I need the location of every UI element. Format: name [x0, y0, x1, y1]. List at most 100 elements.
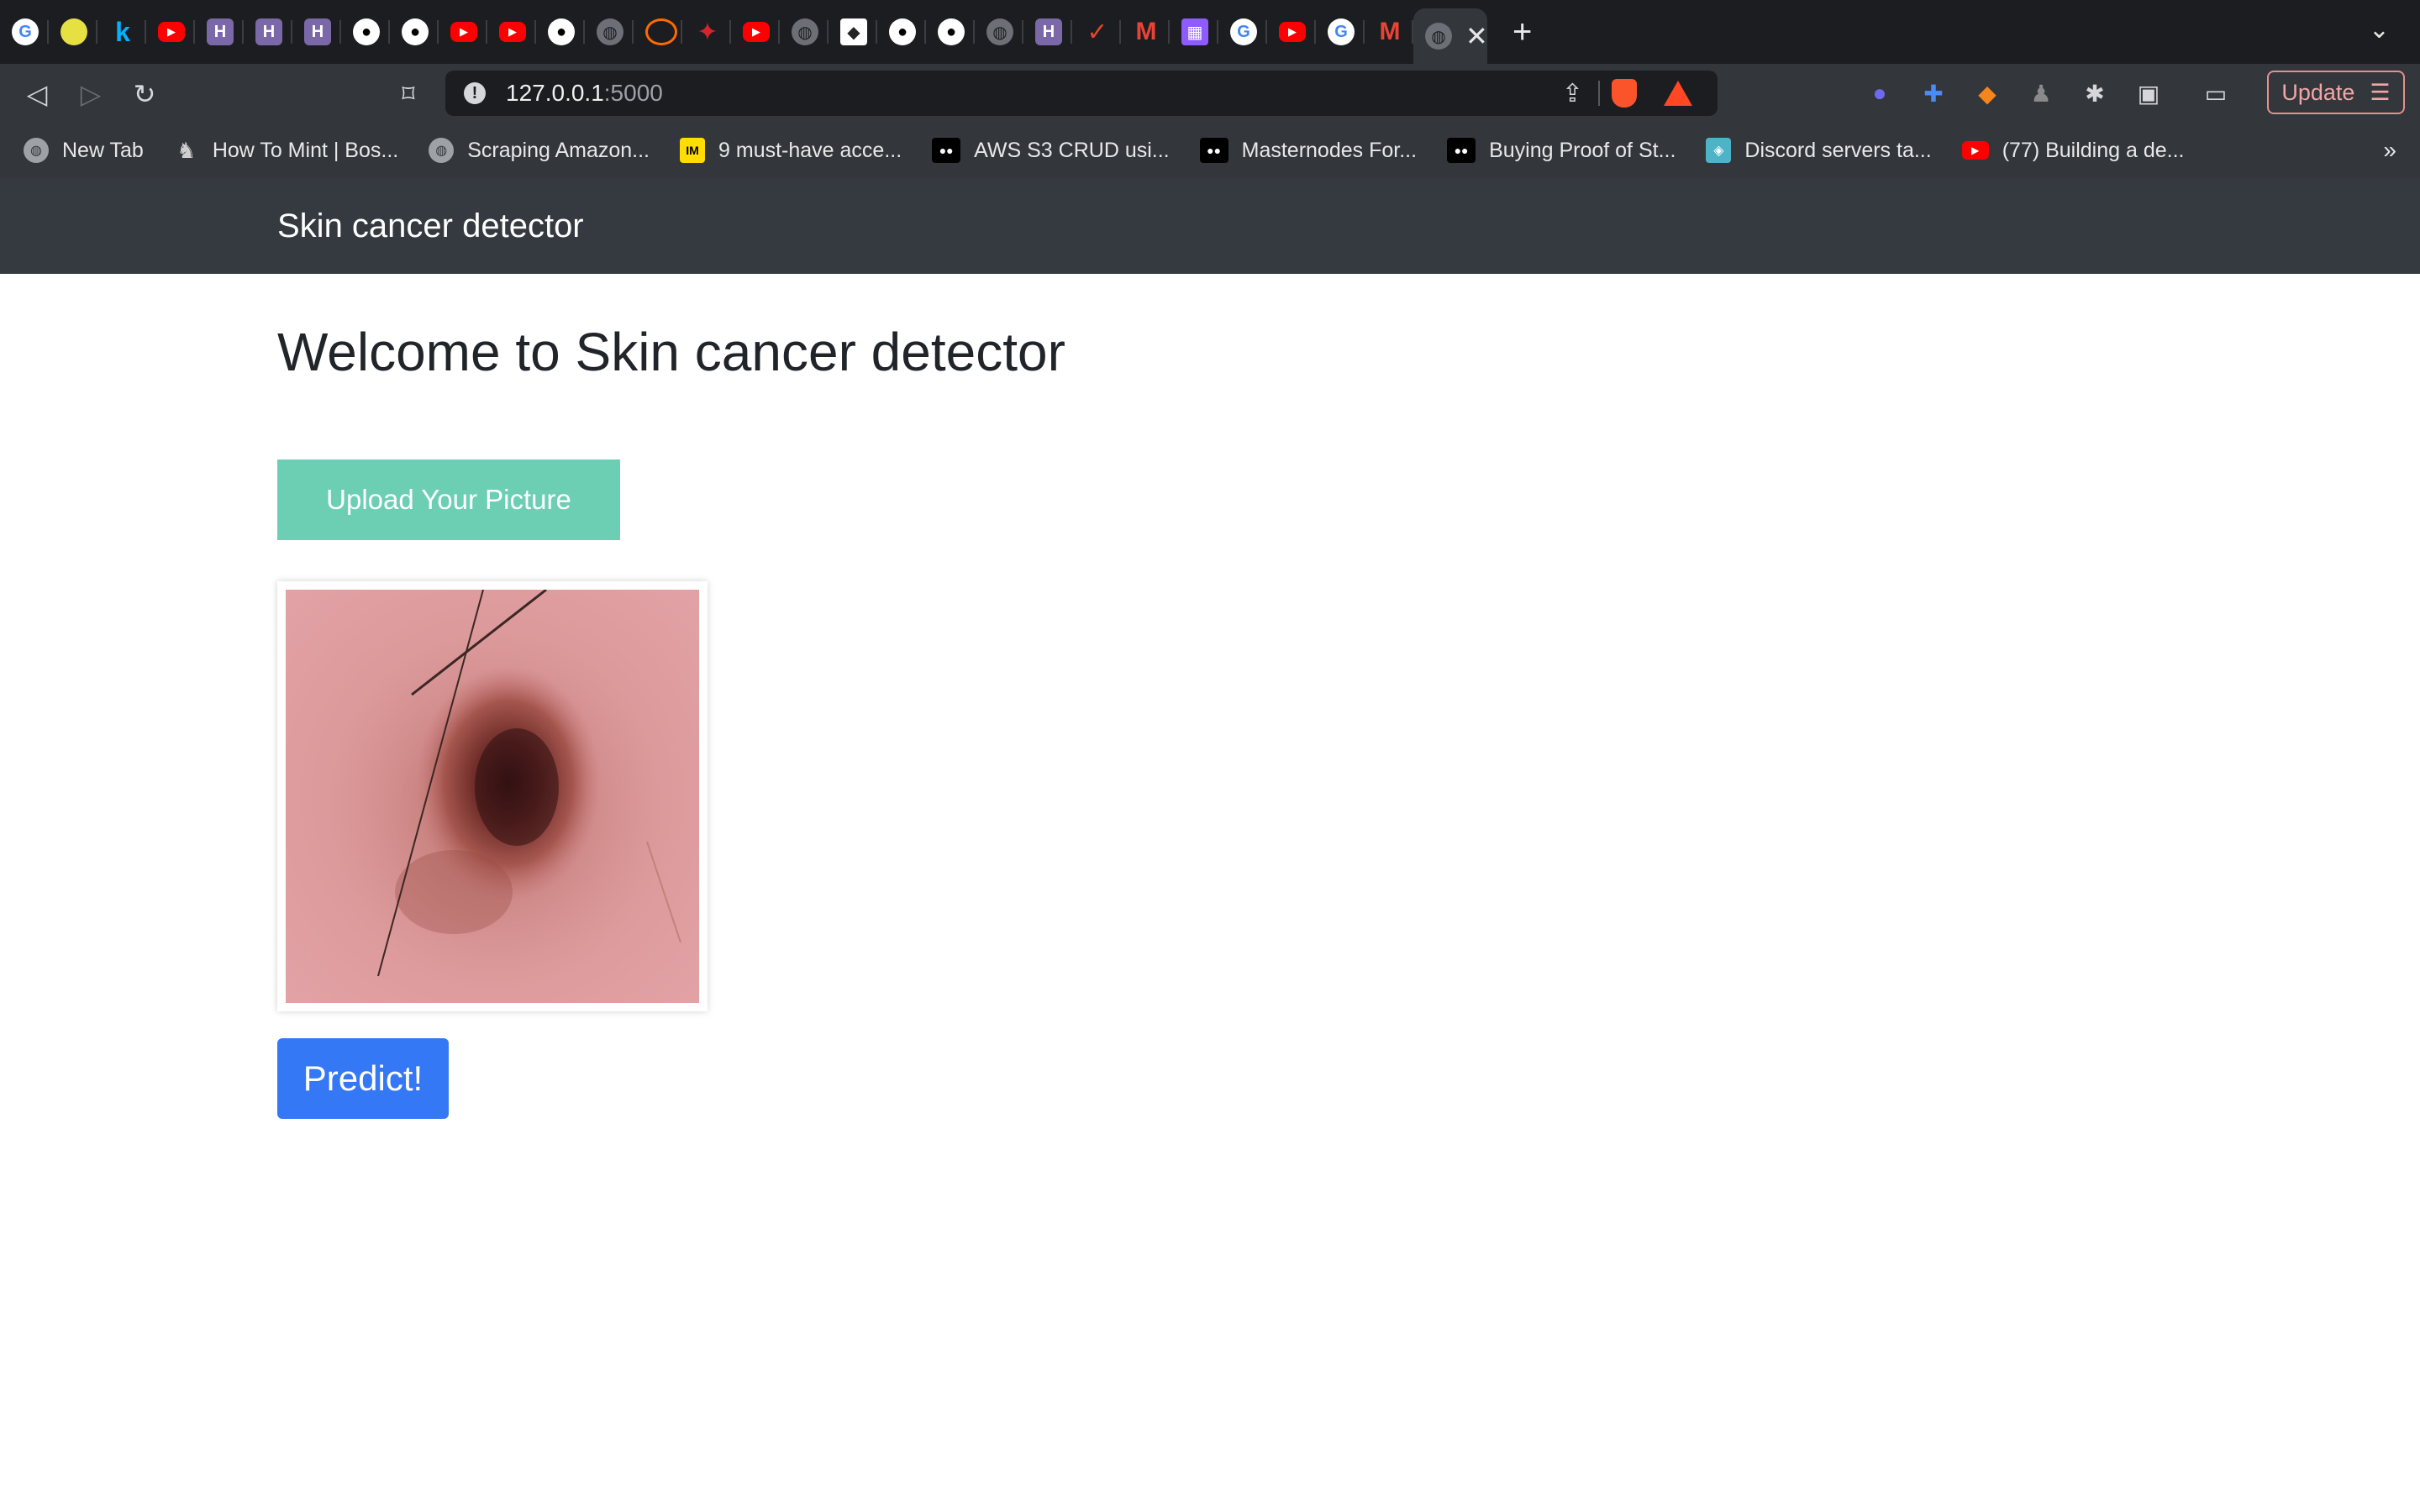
upload-picture-button[interactable]: Upload Your Picture: [277, 459, 620, 540]
tab[interactable]: ●sa: [877, 0, 926, 64]
bookmark-item[interactable]: ◈ Discord servers ta...: [1706, 138, 1932, 163]
tab[interactable]: MRe: [1365, 0, 1413, 64]
orange-ring-icon: [645, 18, 677, 45]
tab[interactable]: ▶(1: [731, 0, 780, 64]
tab[interactable]: W: [49, 0, 97, 64]
extension-figure-icon[interactable]: ♟: [2025, 77, 2057, 109]
wallet-icon[interactable]: ▭: [2200, 77, 2232, 109]
discord-icon: ◈: [1706, 138, 1732, 163]
tab[interactable]: HM: [244, 0, 292, 64]
bookmark-item[interactable]: IM 9 must-have acce...: [680, 138, 902, 163]
tab[interactable]: MIn: [1121, 0, 1170, 64]
tab[interactable]: HPe: [195, 0, 244, 64]
bookmarks-overflow[interactable]: »: [2383, 137, 2396, 164]
brave-rewards-icon[interactable]: [1664, 81, 1692, 106]
tab[interactable]: ●He: [390, 0, 439, 64]
github-icon: ●: [353, 18, 380, 45]
tab-search-chevron-icon[interactable]: ⌄: [2369, 15, 2390, 45]
address-bar[interactable]: ! 127.0.0.1:5000 ⇪: [445, 71, 1718, 116]
site-navbar: Skin cancer detector: [0, 178, 2420, 274]
youtube-icon: ▶: [450, 22, 477, 42]
bookmark-item[interactable]: ●● Buying Proof of St...: [1447, 138, 1676, 163]
back-icon[interactable]: ◁: [20, 77, 54, 111]
bookmark-item[interactable]: ◍ New Tab: [24, 138, 144, 163]
browser-toolbar: ◁ ▷ ↻ ⌑ ! 127.0.0.1:5000 ⇪ ● ✚ ◆ ♟ ✱ ▣ ▭…: [0, 64, 2420, 123]
brave-shields-icon[interactable]: [1612, 79, 1637, 108]
medium-icon: ●●: [1199, 138, 1228, 163]
tab[interactable]: ▶(1: [439, 0, 487, 64]
k-logo-icon: k: [115, 16, 130, 47]
globe-icon: ◍: [429, 138, 455, 163]
metamask-icon[interactable]: ◆: [1971, 77, 2003, 109]
reload-icon[interactable]: ↻: [128, 77, 161, 111]
extension-tool-icon[interactable]: ✚: [1918, 77, 1949, 109]
globe-icon: ◍: [597, 18, 623, 45]
tab[interactable]: HH: [292, 0, 341, 64]
bookmark-item[interactable]: ◍ Scraping Amazon...: [429, 138, 650, 163]
update-button[interactable]: Update ☰: [2267, 71, 2405, 114]
youtube-icon: ▶: [1279, 22, 1306, 42]
tab[interactable]: ▦In: [1170, 0, 1218, 64]
bookmarks-bar: ◍ New Tab ♞ How To Mint | Bos... ◍ Scraping A…: [0, 123, 2420, 178]
hackerrank-icon: H: [255, 18, 282, 45]
bookmark-label: AWS S3 CRUD usi...: [974, 138, 1170, 162]
tab[interactable]: GGo: [1316, 0, 1365, 64]
tab[interactable]: ●pi: [926, 0, 975, 64]
predict-button[interactable]: Predict!: [277, 1038, 449, 1119]
extensions-puzzle-icon[interactable]: ✱: [2079, 77, 2111, 109]
youtube-icon: ▶: [158, 22, 185, 42]
tab-active[interactable]: ◍ ✕: [1413, 8, 1487, 64]
checkmark-icon: ✓: [1086, 18, 1108, 46]
tab[interactable]: Hc: [634, 0, 682, 64]
bookmark-item[interactable]: ♞ How To Mint | Bos...: [174, 138, 398, 163]
forward-icon[interactable]: ▷: [74, 77, 108, 111]
address-divider: [1598, 81, 1600, 106]
tab[interactable]: ●kr: [536, 0, 585, 64]
globe-icon: ◍: [1425, 23, 1452, 50]
google-icon: G: [1328, 18, 1355, 45]
tab[interactable]: kTe: [97, 0, 146, 64]
bookmark-label: (77) Building a de...: [2002, 138, 2185, 162]
tab[interactable]: ✦Si: [682, 0, 731, 64]
medium-icon: ●●: [932, 138, 961, 163]
globe-icon: ◍: [792, 18, 818, 45]
share-icon[interactable]: ⇪: [1562, 79, 1583, 108]
extension-chat-icon[interactable]: ●: [1864, 77, 1896, 109]
gmail-icon: M: [1379, 18, 1401, 45]
tab[interactable]: ▶(1: [146, 0, 195, 64]
bookmark-label: Scraping Amazon...: [467, 138, 650, 162]
update-label: Update: [2281, 79, 2355, 105]
new-tab-icon[interactable]: +: [1512, 13, 1532, 51]
address-host: 127.0.0.1: [506, 80, 604, 106]
tab[interactable]: HM: [1023, 0, 1072, 64]
tab[interactable]: ✓Hc: [1072, 0, 1121, 64]
close-tab-icon[interactable]: ✕: [1465, 20, 1487, 52]
tab[interactable]: ▶(1: [1267, 0, 1316, 64]
uploaded-image-preview: [277, 581, 708, 1011]
tab[interactable]: ●sa: [341, 0, 390, 64]
tab[interactable]: ◍IB: [585, 0, 634, 64]
bookmark-item[interactable]: ●● AWS S3 CRUD usi...: [932, 138, 1170, 163]
navbar-brand[interactable]: Skin cancer detector: [277, 207, 584, 245]
globe-icon: ◍: [24, 138, 49, 163]
tab[interactable]: GI g: [1218, 0, 1267, 64]
youtube-icon: ▶: [743, 22, 770, 42]
tennis-ball-icon: [60, 18, 87, 45]
bookmark-label: Buying Proof of St...: [1489, 138, 1676, 162]
skin-lesion-image: [286, 590, 699, 1003]
tab[interactable]: ◆te: [829, 0, 877, 64]
site-info-icon[interactable]: !: [464, 82, 486, 104]
tab[interactable]: Ggi: [0, 0, 49, 64]
tab[interactable]: ▶(1: [487, 0, 536, 64]
hackerrank-icon: H: [207, 18, 234, 45]
github-icon: ●: [889, 18, 916, 45]
bookmark-item[interactable]: ▶ (77) Building a de...: [1961, 138, 2185, 163]
tab[interactable]: ◍12: [975, 0, 1023, 64]
sidebar-icon[interactable]: ▣: [2133, 77, 2165, 109]
bookmark-icon[interactable]: ⌑: [392, 77, 425, 111]
bookmark-item[interactable]: ●● Masternodes For...: [1199, 138, 1417, 163]
menu-icon: ☰: [2370, 79, 2391, 105]
tab[interactable]: ◍IB: [780, 0, 829, 64]
page-title: Welcome to Skin cancer detector: [277, 322, 1065, 382]
hackerrank-icon: H: [304, 18, 331, 45]
